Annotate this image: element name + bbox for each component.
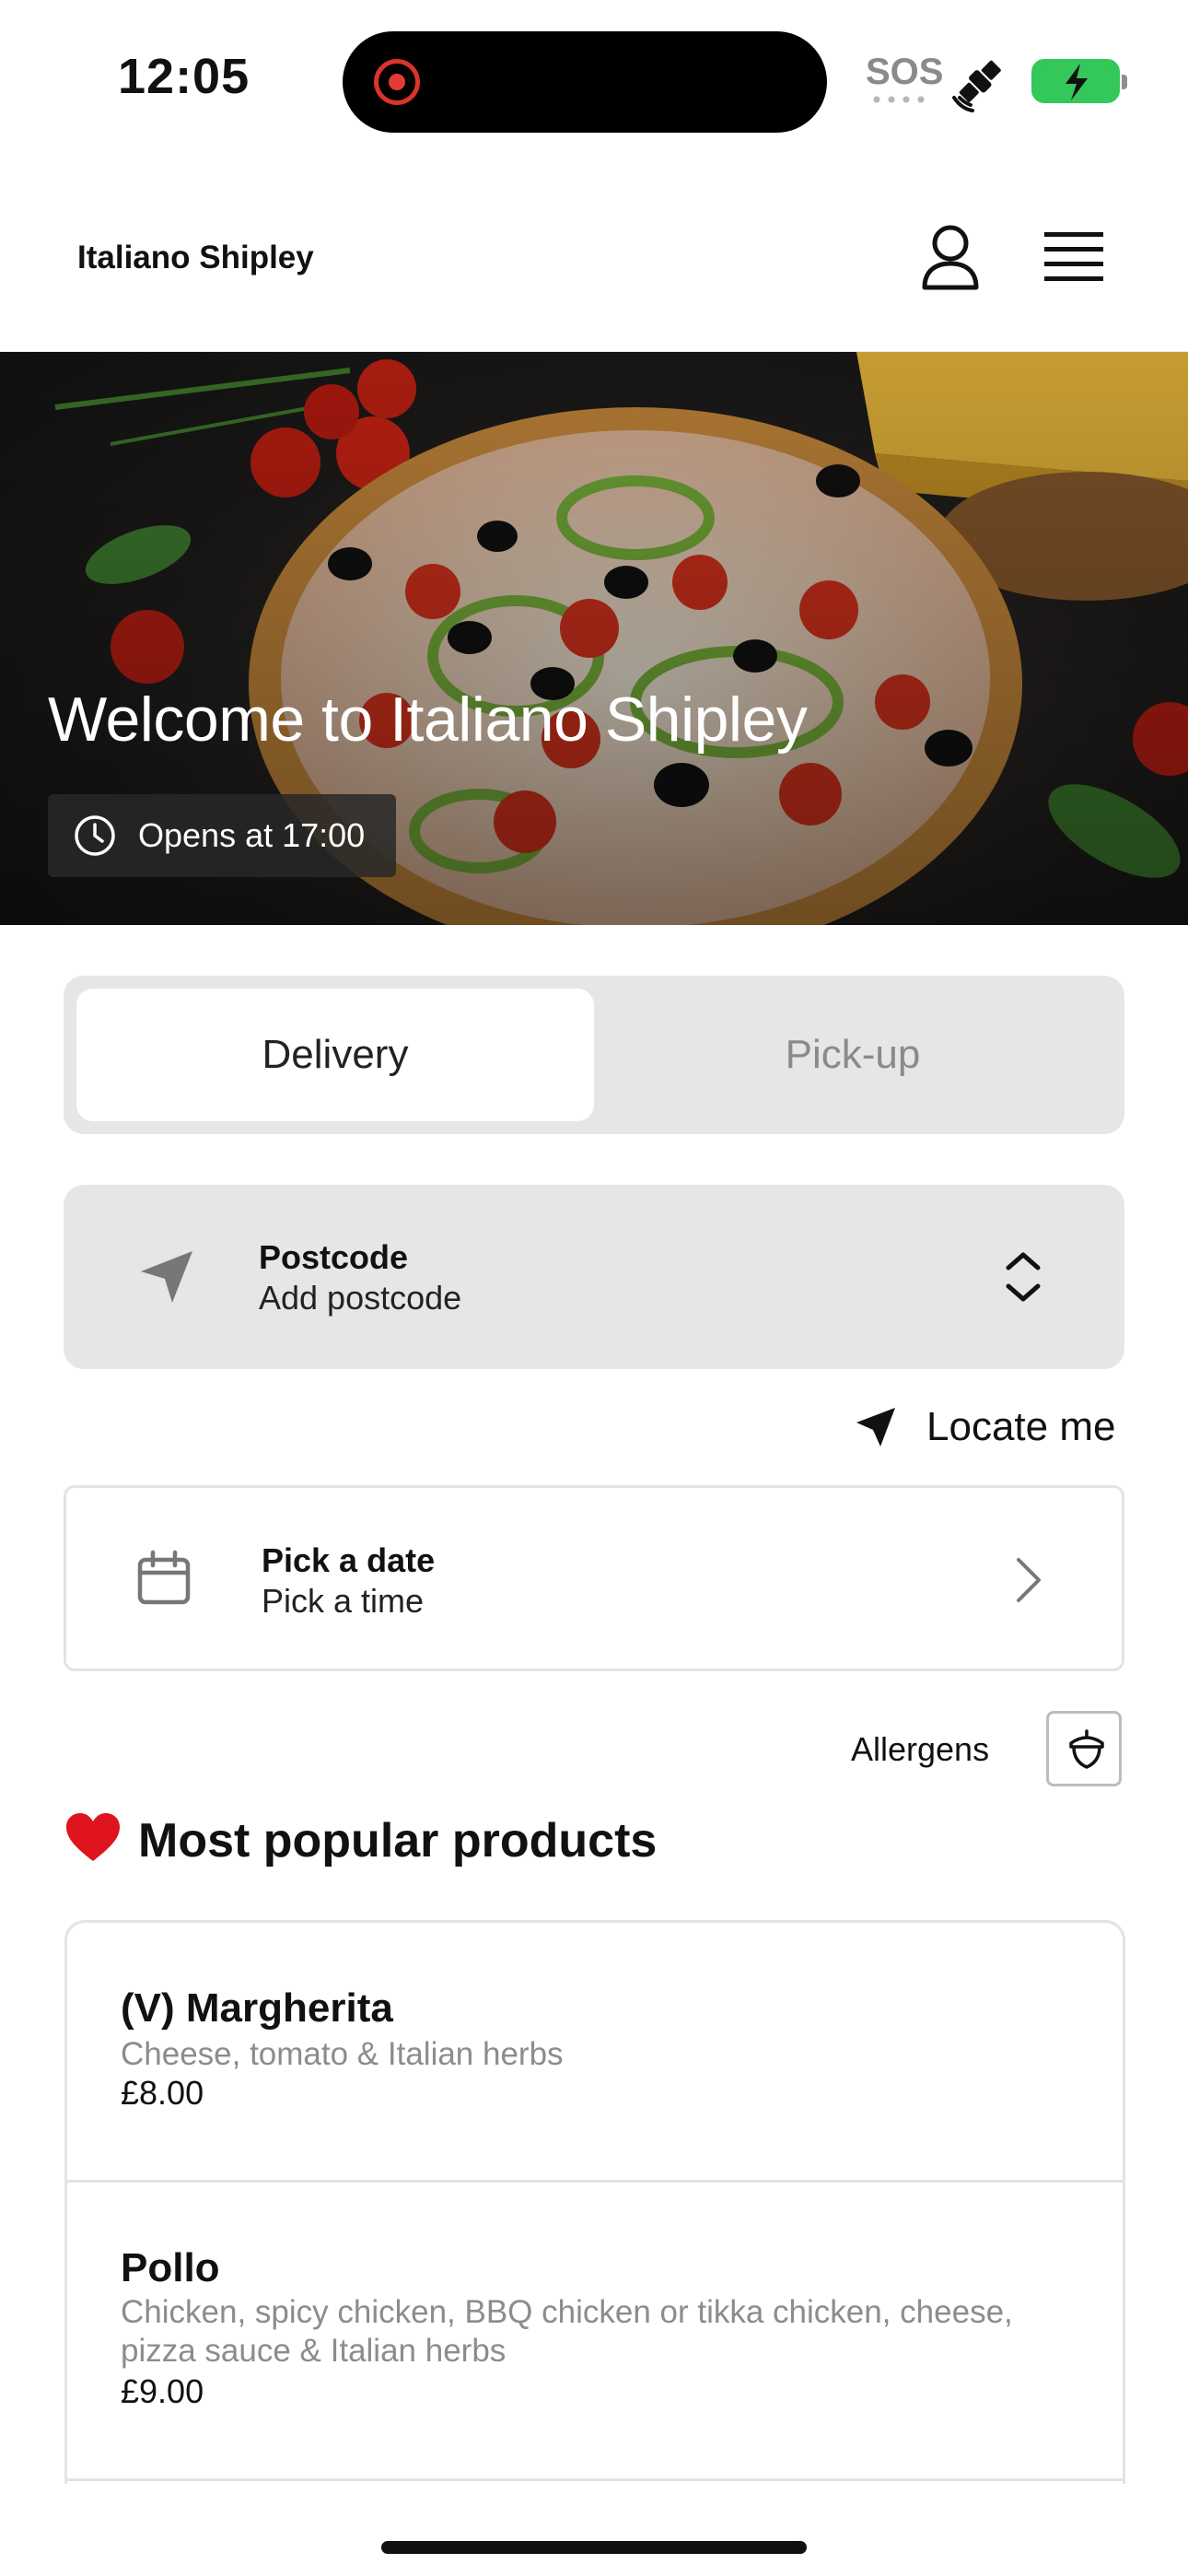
opening-hours-badge: Opens at 17:00	[48, 794, 396, 877]
screen-recording-icon	[374, 59, 420, 105]
status-bar: 12:05 SOS	[0, 0, 1188, 166]
opening-hours-text: Opens at 17:00	[138, 816, 366, 854]
dynamic-island	[343, 31, 827, 133]
chevron-up-down-icon	[1006, 1252, 1041, 1302]
restaurant-name[interactable]: Italiano Shipley	[77, 240, 314, 276]
calendar-icon	[137, 1550, 191, 1605]
menu-icon[interactable]	[1041, 227, 1107, 286]
product-name: (V) Margherita	[121, 1985, 393, 2031]
locate-me-button[interactable]: Locate me	[853, 1397, 1125, 1458]
pick-time-label: Pick a time	[262, 1582, 425, 1620]
popular-title: Most popular products	[138, 1814, 658, 1868]
pick-date-label: Pick a date	[262, 1541, 436, 1579]
hero-banner: Welcome to Italiano Shipley Opens at 17:…	[0, 352, 1188, 925]
product-price: £8.00	[121, 2074, 204, 2112]
date-time-picker[interactable]: Pick a date Pick a time	[64, 1485, 1124, 1671]
postcode-selector[interactable]: Postcode Add postcode	[64, 1185, 1124, 1369]
allergens-label: Allergens	[851, 1730, 990, 1768]
product-price: £9.00	[121, 2372, 204, 2410]
satellite-icon	[952, 60, 1001, 112]
postcode-value: Add postcode	[259, 1279, 462, 1317]
navigation-arrow-icon	[141, 1251, 192, 1303]
product-list: (V) Margherita Cheese, tomato & Italian …	[64, 1920, 1125, 2484]
account-icon[interactable]	[914, 221, 987, 295]
location-arrow-icon	[856, 1408, 895, 1446]
tab-delivery[interactable]: Delivery	[76, 989, 594, 1121]
product-description: Cheese, tomato & Italian herbs	[121, 2036, 564, 2072]
battery-charging-icon	[1031, 59, 1127, 103]
allergens-button[interactable]	[1046, 1711, 1122, 1786]
heart-icon	[66, 1813, 120, 1861]
app-header: Italiano Shipley	[0, 166, 1188, 352]
product-description: Chicken, spicy chicken, BBQ chicken or t…	[121, 2294, 1013, 2369]
home-indicator[interactable]	[381, 2541, 807, 2554]
signal-dots-icon	[869, 96, 928, 103]
product-name: Pollo	[121, 2245, 220, 2290]
product-card[interactable]: (V) Margherita Cheese, tomato & Italian …	[67, 1923, 1123, 2183]
locate-me-label: Locate me	[926, 1404, 1116, 1449]
hero-title: Welcome to Italiano Shipley	[48, 685, 808, 755]
clock-icon	[75, 815, 115, 856]
tab-pick-up[interactable]: Pick-up	[594, 989, 1112, 1121]
sos-label: SOS	[866, 52, 944, 92]
chevron-right-icon	[1017, 1558, 1041, 1602]
postcode-label: Postcode	[259, 1238, 409, 1276]
acorn-icon	[1069, 1729, 1104, 1769]
status-time: 12:05	[118, 49, 250, 104]
order-mode-toggle: Delivery Pick-up	[64, 976, 1124, 1134]
product-card[interactable]: Pollo Chicken, spicy chicken, BBQ chicke…	[67, 2183, 1123, 2481]
